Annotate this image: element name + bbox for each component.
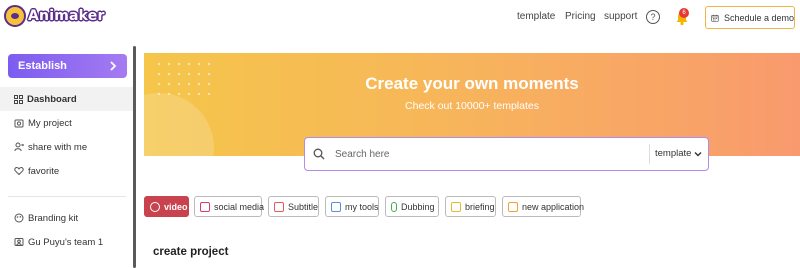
search-input[interactable] (335, 148, 635, 160)
schedule-demo-label: Schedule a demo (723, 12, 794, 23)
template-search-bar: template (304, 137, 709, 171)
tab-subtitle[interactable]: Subtitle (268, 196, 319, 217)
nav-pricing-link[interactable]: Pricing (565, 11, 596, 22)
sidebar-item-label: share with me (28, 141, 88, 153)
tab-label: social media (214, 201, 265, 212)
section-title: create project (153, 246, 229, 258)
notification-badge: 6 (679, 8, 689, 18)
instagram-icon (200, 201, 210, 212)
logo-mascot-icon (4, 5, 26, 27)
apps-grid-icon (508, 201, 518, 212)
sidebar-item-share-with-me[interactable]: share with me (0, 135, 133, 159)
search-scope-label: template (655, 148, 692, 159)
nav-support-link[interactable]: support (604, 11, 637, 22)
search-divider (649, 144, 650, 164)
sidebar-item-favorite[interactable]: favorite (0, 159, 133, 183)
banner-title: Create your own moments (365, 74, 579, 93)
sidebar-item-label: Dashboard (27, 93, 77, 105)
tab-dubbing[interactable]: Dubbing (385, 196, 439, 217)
help-icon[interactable]: ? (646, 10, 660, 24)
briefing-icon (451, 201, 461, 212)
chevron-right-icon (110, 61, 117, 71)
team-icon (14, 238, 24, 246)
sidebar: Establish Dashboard My project share wit… (0, 36, 135, 268)
tab-my-tools[interactable]: my tools (325, 196, 379, 217)
tab-label: new application (522, 201, 585, 212)
tab-label: Subtitle (288, 201, 319, 212)
share-user-icon (14, 142, 24, 152)
folder-icon (14, 119, 24, 128)
establish-button[interactable]: Establish (8, 54, 127, 78)
palette-icon (14, 213, 24, 223)
nav-template-link[interactable]: template (517, 11, 555, 22)
chevron-down-icon (694, 151, 702, 156)
sidebar-item-branding-kit[interactable]: Branding kit (0, 206, 133, 230)
tab-briefing[interactable]: briefing (445, 196, 496, 217)
banner-subtitle: Check out 10000+ templates (405, 100, 539, 112)
microphone-icon (391, 201, 397, 212)
establish-label: Establish (18, 60, 67, 72)
tab-label: my tools (345, 201, 379, 212)
sidebar-item-label: Gu Puyu's team 1 (28, 236, 104, 248)
tab-social-media[interactable]: social media (194, 196, 265, 217)
sidebar-item-label: Branding kit (28, 212, 79, 224)
sidebar-item-label: My project (28, 117, 72, 129)
sidebar-divider (8, 196, 126, 197)
grid-icon (14, 94, 23, 104)
top-bar: Animaker template Pricing support ? 6 Sc… (0, 0, 800, 36)
sidebar-item-team[interactable]: Gu Puyu's team 1 (0, 230, 133, 254)
brand-logo[interactable]: Animaker (4, 5, 105, 27)
sidebar-item-dashboard[interactable]: Dashboard (0, 87, 133, 111)
calendar-icon (711, 14, 719, 22)
heart-icon (14, 166, 24, 176)
brand-name: Animaker (28, 8, 105, 24)
tab-label: Dubbing (401, 201, 435, 212)
tab-new-application[interactable]: new application (502, 196, 585, 217)
sidebar-scrollbar[interactable] (133, 46, 136, 268)
search-icon[interactable] (313, 148, 325, 160)
search-scope-dropdown[interactable]: template (655, 138, 702, 169)
caption-icon (274, 201, 284, 212)
tools-icon (331, 201, 341, 212)
sidebar-item-my-project[interactable]: My project (0, 111, 133, 135)
schedule-demo-button[interactable]: Schedule a demo (705, 6, 795, 29)
play-icon (150, 201, 160, 212)
tab-video[interactable]: video (144, 196, 189, 217)
tab-label: briefing (465, 201, 495, 212)
sidebar-item-label: favorite (28, 165, 60, 177)
tab-label: video (164, 201, 188, 212)
